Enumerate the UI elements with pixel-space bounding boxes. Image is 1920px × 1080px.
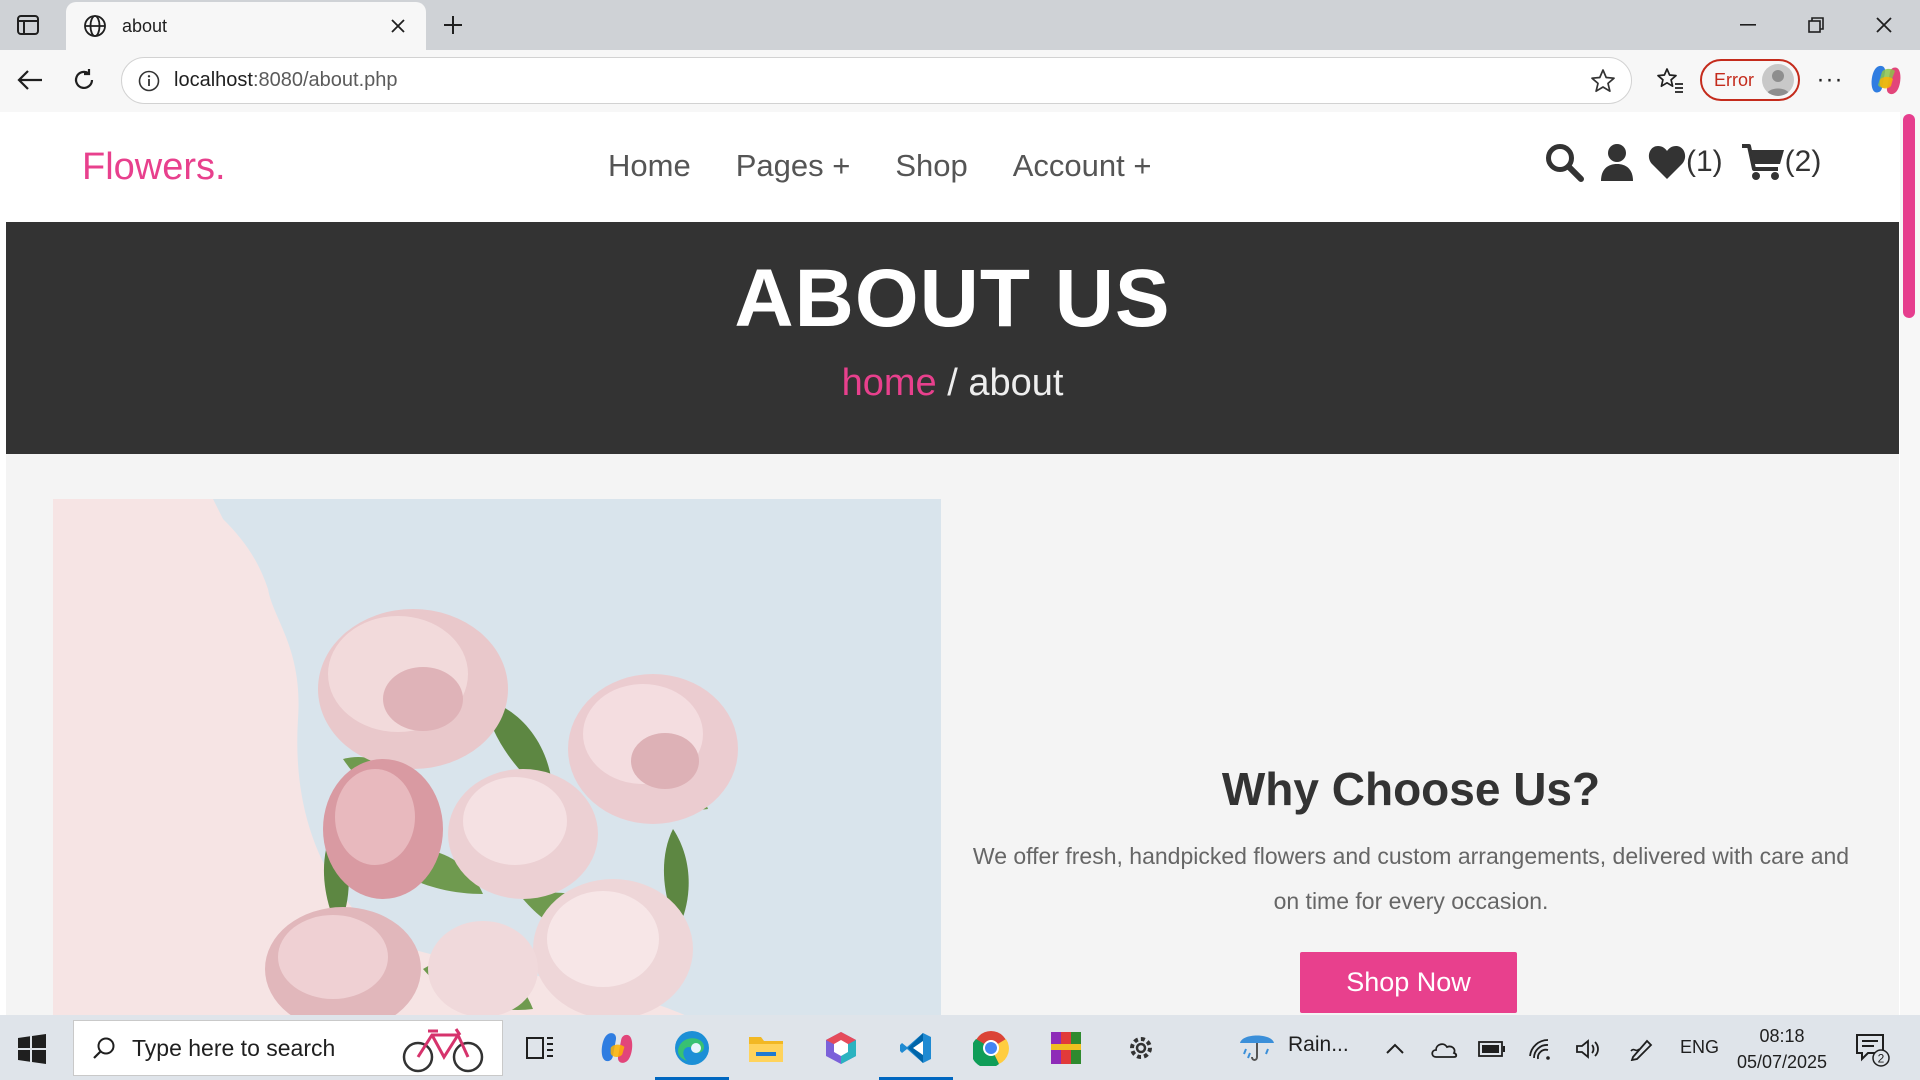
nav-shop[interactable]: Shop bbox=[895, 148, 967, 184]
shop-now-button[interactable]: Shop Now bbox=[1300, 952, 1517, 1013]
bicycle-highlight-icon bbox=[400, 1025, 486, 1073]
favorites-icon[interactable] bbox=[1654, 64, 1686, 96]
wishlist-link[interactable]: (1) bbox=[1648, 144, 1723, 180]
favorite-star-icon[interactable] bbox=[1589, 67, 1617, 95]
search-placeholder: Type here to search bbox=[132, 1034, 336, 1061]
breadcrumb-separator: / bbox=[936, 362, 969, 404]
url-path: :8080/about.php bbox=[252, 69, 398, 91]
avatar-icon bbox=[1762, 64, 1794, 96]
new-tab-icon[interactable] bbox=[438, 10, 468, 40]
tab-about[interactable]: about bbox=[66, 2, 426, 50]
vscode-icon[interactable] bbox=[879, 1023, 953, 1080]
minimize-icon[interactable] bbox=[1730, 8, 1766, 42]
windows-start-icon[interactable] bbox=[14, 1031, 50, 1067]
breadcrumb-current: about bbox=[968, 362, 1064, 404]
site-logo[interactable]: Flowers. bbox=[82, 146, 226, 189]
task-view-icon[interactable] bbox=[515, 1023, 565, 1073]
url-text: localhost:8080/about.php bbox=[174, 69, 398, 92]
search-magnifier-icon bbox=[92, 1036, 116, 1060]
cart-link[interactable]: (2) bbox=[1741, 143, 1822, 181]
user-icon[interactable] bbox=[1600, 143, 1634, 181]
onedrive-cloud-icon[interactable] bbox=[1430, 1035, 1458, 1063]
nav-pages[interactable]: Pages + bbox=[736, 148, 851, 184]
url-host: localhost bbox=[174, 69, 253, 91]
file-explorer-icon[interactable] bbox=[741, 1023, 791, 1073]
scrollbar-thumb[interactable] bbox=[1903, 114, 1915, 318]
page-banner: ABOUT US home / about bbox=[6, 222, 1899, 454]
page-scrollbar[interactable] bbox=[1900, 112, 1920, 1015]
search-icon[interactable] bbox=[1544, 142, 1584, 182]
taskbar-search[interactable]: Type here to search bbox=[73, 1020, 503, 1076]
page-title: ABOUT US bbox=[734, 253, 1171, 344]
close-tab-icon[interactable] bbox=[386, 14, 410, 38]
chevron-up-icon[interactable] bbox=[1381, 1035, 1409, 1063]
profile-error-button[interactable]: Error bbox=[1700, 59, 1800, 101]
about-flowers-image bbox=[53, 499, 941, 1015]
heart-icon bbox=[1648, 144, 1686, 180]
nav-home[interactable]: Home bbox=[608, 148, 691, 184]
cart-icon bbox=[1741, 143, 1785, 181]
browser-toolbar: localhost:8080/about.php Error ··· bbox=[0, 50, 1920, 112]
globe-icon bbox=[82, 13, 108, 39]
why-choose-us-section: Why Choose Us? We offer fresh, handpicke… bbox=[966, 762, 1856, 924]
settings-gear-icon[interactable] bbox=[1116, 1023, 1166, 1073]
notification-center-icon[interactable]: 2 bbox=[1854, 1031, 1890, 1067]
wishlist-count: (1) bbox=[1686, 145, 1723, 178]
weather-text: Rain... bbox=[1288, 1033, 1349, 1056]
cube-app-icon[interactable] bbox=[816, 1023, 866, 1073]
main-nav: Home Pages + Shop Account + bbox=[608, 148, 1151, 184]
nav-account[interactable]: Account + bbox=[1013, 148, 1152, 184]
tab-title: about bbox=[122, 15, 168, 36]
why-heading: Why Choose Us? bbox=[1221, 763, 1601, 815]
close-window-icon[interactable] bbox=[1866, 8, 1902, 42]
reload-icon[interactable] bbox=[68, 64, 100, 96]
more-options-icon[interactable]: ··· bbox=[1814, 64, 1846, 96]
copilot-taskbar-icon[interactable] bbox=[592, 1023, 642, 1073]
cart-count: (2) bbox=[1784, 145, 1822, 178]
clock-time: 08:18 bbox=[1759, 1026, 1805, 1046]
web-page: Flowers. Home Pages + Shop Account + (1) bbox=[6, 112, 1899, 1015]
address-bar[interactable]: localhost:8080/about.php bbox=[121, 57, 1632, 104]
clock-date: 05/07/2025 bbox=[1736, 1052, 1828, 1072]
why-description: We offer fresh, handpicked flowers and c… bbox=[972, 843, 1850, 914]
back-arrow-icon[interactable] bbox=[14, 64, 46, 96]
winrar-icon[interactable] bbox=[1041, 1023, 1091, 1073]
windows-taskbar: Type here to search Rain... ENG 08:18 05… bbox=[0, 1015, 1920, 1080]
header-icons: (1) (2) bbox=[1544, 142, 1821, 182]
breadcrumb-home-link[interactable]: home bbox=[842, 362, 937, 404]
language-indicator[interactable]: ENG bbox=[1680, 1037, 1719, 1058]
wifi-icon[interactable] bbox=[1526, 1035, 1554, 1063]
rain-umbrella-icon bbox=[1238, 1027, 1276, 1063]
edge-browser-icon[interactable] bbox=[655, 1023, 729, 1080]
browser-tab-bar: about bbox=[0, 0, 1920, 50]
restore-icon[interactable] bbox=[1798, 8, 1834, 42]
volume-icon[interactable] bbox=[1574, 1035, 1602, 1063]
chrome-icon[interactable] bbox=[966, 1023, 1016, 1073]
notification-count: 2 bbox=[1878, 1052, 1885, 1066]
profile-error-label: Error bbox=[1714, 69, 1754, 90]
pen-icon[interactable] bbox=[1628, 1035, 1656, 1063]
site-info-icon[interactable] bbox=[136, 68, 162, 94]
battery-icon[interactable] bbox=[1478, 1035, 1506, 1063]
clock[interactable]: 08:18 05/07/2025 bbox=[1736, 1023, 1828, 1075]
breadcrumb: home / about bbox=[6, 362, 1899, 405]
tab-actions-icon[interactable] bbox=[14, 11, 42, 39]
site-header: Flowers. Home Pages + Shop Account + (1) bbox=[6, 112, 1899, 222]
copilot-icon[interactable] bbox=[1868, 62, 1904, 98]
weather-widget[interactable]: Rain... bbox=[1238, 1027, 1349, 1063]
